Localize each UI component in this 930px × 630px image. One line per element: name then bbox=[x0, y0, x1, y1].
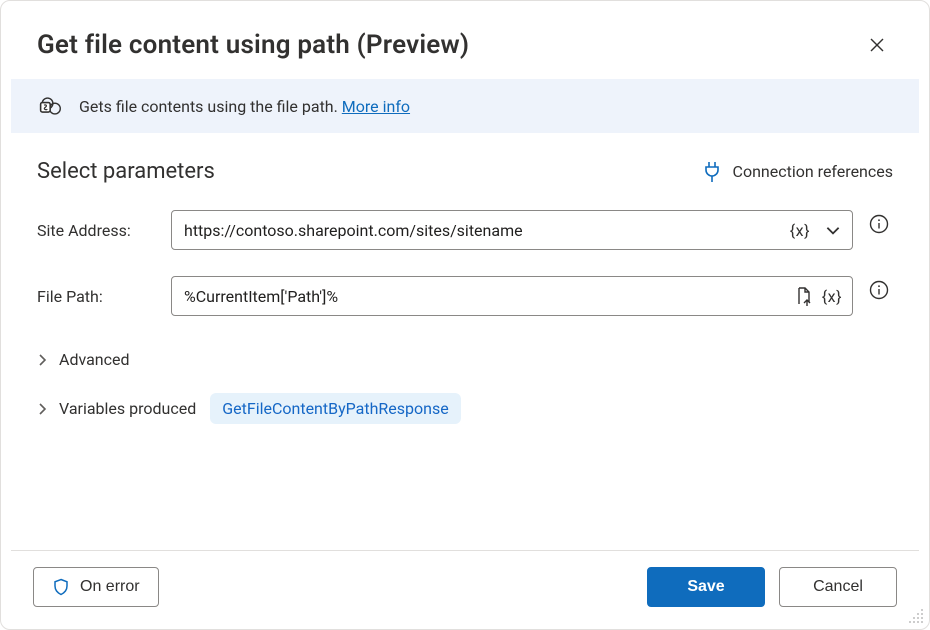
file-path-input[interactable] bbox=[172, 277, 784, 315]
file-picker-button[interactable] bbox=[794, 286, 814, 306]
shield-icon bbox=[52, 578, 70, 596]
chevron-right-icon bbox=[37, 354, 49, 366]
connection-references-link[interactable]: Connection references bbox=[703, 161, 893, 183]
variables-produced-label: Variables produced bbox=[59, 399, 196, 418]
save-button[interactable]: Save bbox=[647, 567, 765, 607]
variables-produced-expander[interactable]: Variables produced bbox=[37, 399, 196, 418]
site-address-input[interactable] bbox=[172, 211, 780, 249]
on-error-button[interactable]: On error bbox=[33, 567, 159, 607]
save-label: Save bbox=[687, 578, 724, 596]
variable-picker-button[interactable]: {x} bbox=[790, 221, 810, 240]
file-path-label: File Path: bbox=[37, 287, 153, 306]
close-button[interactable] bbox=[861, 29, 893, 61]
info-banner-text: Gets file contents using the file path. … bbox=[79, 97, 410, 116]
dialog-content: Select parameters Connection references … bbox=[11, 133, 919, 550]
info-icon bbox=[869, 214, 889, 234]
dialog: Get file content using path (Preview) Ge… bbox=[0, 0, 930, 630]
info-banner: Gets file contents using the file path. … bbox=[11, 79, 919, 133]
plug-icon bbox=[703, 161, 721, 183]
dialog-footer: On error Save Cancel bbox=[11, 550, 919, 619]
more-info-link[interactable]: More info bbox=[342, 97, 410, 116]
site-address-field: {x} bbox=[171, 210, 853, 250]
select-parameters-heading: Select parameters bbox=[37, 159, 215, 184]
connection-references-label: Connection references bbox=[733, 162, 893, 181]
file-path-row: File Path: bbox=[37, 276, 893, 316]
dialog-header: Get file content using path (Preview) bbox=[11, 11, 919, 79]
on-error-label: On error bbox=[80, 578, 140, 596]
site-address-row: Site Address: {x} bbox=[37, 210, 893, 250]
output-variable-chip[interactable]: GetFileContentByPathResponse bbox=[210, 393, 460, 424]
file-path-field: {x} bbox=[171, 276, 853, 316]
variable-picker-button[interactable]: {x} bbox=[822, 287, 842, 306]
info-icon bbox=[869, 280, 889, 300]
site-address-info[interactable] bbox=[865, 210, 893, 238]
advanced-label: Advanced bbox=[59, 350, 130, 369]
file-upload-icon bbox=[794, 286, 814, 306]
chevron-down-icon bbox=[824, 221, 842, 239]
chevron-right-icon bbox=[37, 403, 49, 415]
close-icon bbox=[869, 37, 885, 53]
cancel-label: Cancel bbox=[813, 578, 863, 596]
dialog-title: Get file content using path (Preview) bbox=[37, 30, 469, 60]
sharepoint-connector-icon bbox=[37, 95, 65, 117]
advanced-expander[interactable]: Advanced bbox=[37, 350, 130, 369]
file-path-info[interactable] bbox=[865, 276, 893, 304]
site-address-label: Site Address: bbox=[37, 221, 153, 240]
site-address-dropdown[interactable] bbox=[818, 221, 842, 239]
info-banner-description: Gets file contents using the file path. bbox=[79, 97, 342, 116]
cancel-button[interactable]: Cancel bbox=[779, 567, 897, 607]
